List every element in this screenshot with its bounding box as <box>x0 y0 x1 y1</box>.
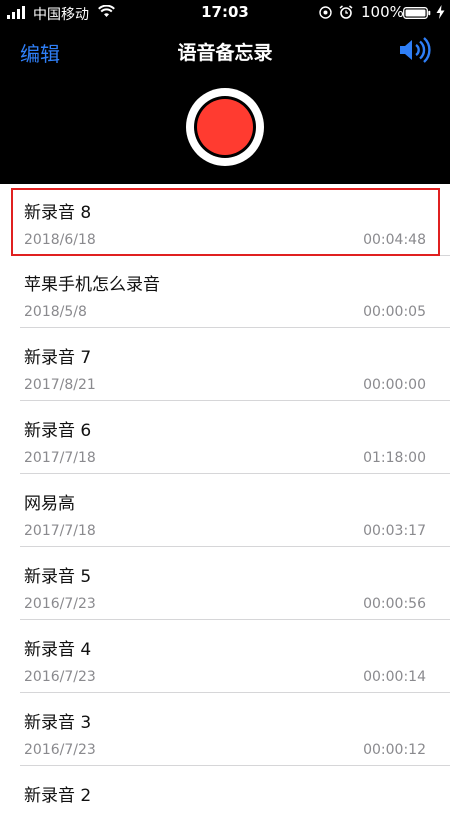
top-bar: 中国移动 17:03 100% 编辑 语音备忘录 <box>0 0 450 184</box>
recording-duration: 00:03:17 <box>363 523 426 539</box>
recording-row[interactable]: 新录音 3 2016/7/23 00:00:12 <box>0 694 450 766</box>
recording-date: 2016/7/23 <box>24 596 96 612</box>
recording-duration: 00:00:12 <box>363 742 426 758</box>
recording-duration: 00:00:00 <box>363 377 426 393</box>
orientation-lock-icon <box>319 6 332 19</box>
recording-duration: 00:00:05 <box>363 304 426 320</box>
recording-title: 新录音 7 <box>24 348 92 368</box>
recording-title: 新录音 4 <box>24 640 92 660</box>
battery-percent: 100% <box>361 3 404 21</box>
recording-row[interactable]: 新录音 6 2017/7/18 01:18:00 <box>0 402 450 474</box>
recording-title: 网易高 <box>24 494 75 514</box>
row-divider <box>20 327 450 328</box>
charging-icon <box>436 5 445 19</box>
record-dot-icon <box>197 99 253 155</box>
recording-date: 2017/7/18 <box>24 450 96 466</box>
row-divider <box>20 765 450 766</box>
recording-title: 新录音 5 <box>24 567 92 587</box>
status-bar: 中国移动 17:03 100% <box>0 0 450 26</box>
recording-date: 2016/7/23 <box>24 742 96 758</box>
recording-row[interactable]: 新录音 7 2017/8/21 00:00:00 <box>0 329 450 401</box>
record-button[interactable] <box>186 88 264 166</box>
recording-title: 新录音 2 <box>24 786 92 806</box>
page-title: 语音备忘录 <box>177 42 273 64</box>
recording-date: 2016/7/23 <box>24 669 96 685</box>
alarm-icon <box>339 5 353 19</box>
recording-duration: 00:00:14 <box>363 669 426 685</box>
recording-row[interactable]: 新录音 4 2016/7/23 00:00:14 <box>0 621 450 693</box>
recording-row[interactable]: 苹果手机怎么录音 2018/5/8 00:00:05 <box>0 256 450 328</box>
row-divider <box>20 473 450 474</box>
battery-icon <box>403 7 431 19</box>
row-divider <box>20 692 450 693</box>
recording-title: 苹果手机怎么录音 <box>24 275 160 295</box>
recording-row[interactable]: 新录音 2 <box>0 767 450 839</box>
recording-date: 2017/8/21 <box>24 377 96 393</box>
recording-title: 新录音 6 <box>24 421 92 441</box>
recording-duration: 00:00:56 <box>363 596 426 612</box>
recording-date: 2017/7/18 <box>24 523 96 539</box>
row-divider <box>20 546 450 547</box>
selection-highlight <box>11 188 440 256</box>
row-divider <box>20 400 450 401</box>
recording-date: 2018/5/8 <box>24 304 87 320</box>
row-divider <box>20 619 450 620</box>
recording-row[interactable]: 网易高 2017/7/18 00:03:17 <box>0 475 450 547</box>
recording-duration: 01:18:00 <box>363 450 426 466</box>
recording-title: 新录音 3 <box>24 713 92 733</box>
speaker-icon[interactable] <box>398 36 432 64</box>
recording-row[interactable]: 新录音 5 2016/7/23 00:00:56 <box>0 548 450 620</box>
